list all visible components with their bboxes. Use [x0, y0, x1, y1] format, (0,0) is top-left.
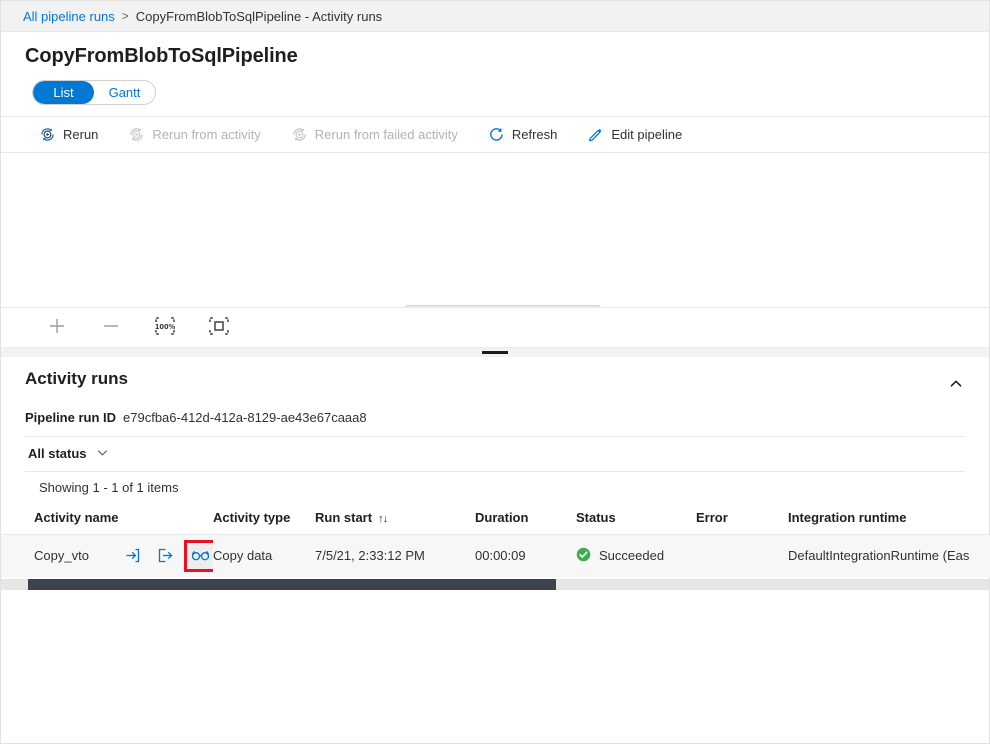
activity-runs-table: Activity name Activity type Run start↑↓ …	[1, 504, 990, 577]
edit-pipeline-label: Edit pipeline	[611, 127, 682, 142]
activity-node-copy-vto[interactable]: Copy data	[406, 305, 600, 307]
command-bar: Rerun Rerun from activity	[1, 116, 989, 153]
page-title: CopyFromBlobToSqlPipeline	[25, 45, 298, 67]
view-pivot-row: List Gantt	[1, 68, 989, 105]
rerun-from-failed-activity-label: Rerun from failed activity	[315, 127, 458, 142]
sort-indicator-icon: ↑↓	[378, 513, 387, 525]
status-text: Succeeded	[599, 548, 664, 563]
refresh-label: Refresh	[512, 127, 558, 142]
breadcrumb-all-pipeline-runs-link[interactable]: All pipeline runs	[23, 9, 115, 24]
zoom-in-button[interactable]	[43, 313, 71, 341]
output-icon[interactable]	[154, 545, 176, 567]
fit-to-screen-button[interactable]	[205, 313, 233, 341]
collapse-panel-button[interactable]	[941, 371, 971, 401]
activity-runs-header: Activity runs	[1, 357, 989, 401]
rerun-label: Rerun	[63, 127, 98, 142]
details-glasses-icon[interactable]	[187, 543, 213, 569]
rerun-button[interactable]: Rerun	[37, 120, 100, 150]
horizontal-scrollbar-thumb[interactable]	[28, 579, 556, 590]
breadcrumb-separator: >	[122, 9, 129, 23]
canvas-zoom-toolbar: 100%	[1, 307, 989, 347]
pivot-item-gantt[interactable]: Gantt	[94, 81, 155, 104]
activity-name-text: Copy_vto	[34, 548, 121, 563]
pipeline-run-id-row: Pipeline run ID e79cfba6-412d-412a-8129-…	[1, 401, 989, 425]
input-icon[interactable]	[121, 545, 143, 567]
column-header-run-start[interactable]: Run start ↑↓	[315, 504, 475, 535]
splitter-grip[interactable]	[482, 351, 508, 354]
showing-count: Showing 1 - 1 of 1 items	[1, 472, 989, 495]
chevron-down-icon	[96, 446, 109, 462]
pipeline-run-id-value: e79cfba6-412d-412a-8129-ae43e67caaa8	[123, 410, 367, 425]
column-header-integration-runtime[interactable]: Integration runtime	[788, 504, 990, 535]
rerun-from-activity-label: Rerun from activity	[152, 127, 260, 142]
pivot-item-list[interactable]: List	[33, 81, 94, 104]
rerun-from-failed-activity-icon	[291, 126, 308, 143]
edit-pipeline-button[interactable]: Edit pipeline	[585, 120, 684, 150]
table-row[interactable]: Copy_vto	[1, 534, 990, 577]
column-header-run-start-label: Run start	[315, 510, 372, 525]
cell-run-start: 7/5/21, 2:33:12 PM	[315, 534, 475, 577]
refresh-button[interactable]: Refresh	[486, 120, 560, 150]
cell-activity-type: Copy data	[213, 534, 315, 577]
zoom-out-button[interactable]	[97, 313, 125, 341]
activity-runs-page: All pipeline runs > CopyFromBlobToSqlPip…	[0, 0, 990, 744]
cell-integration-runtime: DefaultIntegrationRuntime (Eas	[788, 534, 990, 577]
minus-icon	[101, 316, 121, 339]
bottom-spacer	[1, 590, 989, 744]
success-check-icon	[576, 547, 591, 565]
column-header-error[interactable]: Error	[696, 504, 788, 535]
table-header-row: Activity name Activity type Run start↑↓ …	[1, 504, 990, 535]
status-filter-label: All status	[28, 446, 87, 461]
rerun-from-activity-icon	[128, 126, 145, 143]
column-header-status[interactable]: Status	[576, 504, 696, 535]
activity-node-header: Copy data	[407, 306, 599, 307]
column-header-activity-type[interactable]: Activity type	[213, 504, 315, 535]
cell-error	[696, 534, 788, 577]
rerun-from-failed-activity-button: Rerun from failed activity	[289, 120, 460, 150]
breadcrumb-current: CopyFromBlobToSqlPipeline - Activity run…	[136, 9, 382, 24]
status-filter-dropdown[interactable]: All status	[28, 446, 109, 462]
horizontal-scrollbar[interactable]	[1, 579, 989, 590]
cell-activity-name: Copy_vto	[1, 534, 213, 577]
view-pivot: List Gantt	[32, 80, 156, 105]
chevron-up-icon	[948, 376, 964, 395]
pipeline-run-id-label: Pipeline run ID	[25, 410, 116, 425]
panel-splitter[interactable]	[1, 347, 989, 357]
title-row: CopyFromBlobToSqlPipeline	[1, 32, 989, 68]
activity-runs-title: Activity runs	[25, 369, 128, 389]
zoom-to-100-button[interactable]: 100%	[151, 313, 179, 341]
plus-icon	[47, 316, 67, 339]
activity-runs-panel: Activity runs Pipeline run ID e79cfba6-4…	[1, 357, 989, 590]
status-filter-row: All status	[1, 437, 989, 462]
cell-status: Succeeded	[576, 534, 696, 577]
cell-duration: 00:00:09	[475, 534, 576, 577]
breadcrumb: All pipeline runs > CopyFromBlobToSqlPip…	[1, 1, 989, 32]
fit-to-screen-icon	[208, 316, 230, 339]
rerun-icon	[39, 126, 56, 143]
svg-text:100%: 100%	[155, 323, 176, 331]
activity-runs-table-wrapper: Activity name Activity type Run start↑↓ …	[1, 504, 989, 590]
rerun-from-activity-button: Rerun from activity	[126, 120, 262, 150]
refresh-icon	[488, 126, 505, 143]
zoom-100-percent-icon: 100%	[154, 316, 176, 339]
edit-pencil-icon	[587, 126, 604, 143]
row-action-buttons	[121, 543, 213, 569]
pipeline-canvas[interactable]: Copy data	[1, 153, 989, 307]
column-header-duration[interactable]: Duration	[475, 504, 576, 535]
column-header-activity-name[interactable]: Activity name	[1, 504, 213, 535]
